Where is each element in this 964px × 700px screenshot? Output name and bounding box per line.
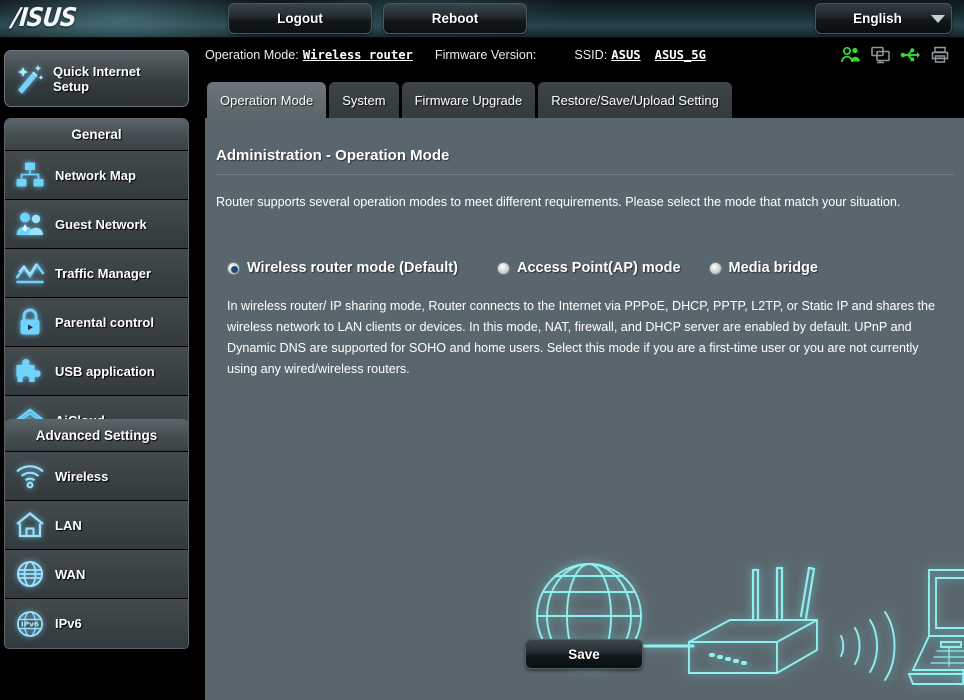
sidebar-group-advanced-title: Advanced Settings — [5, 420, 188, 452]
radio-dot-icon — [227, 261, 240, 275]
router-icon — [688, 566, 818, 674]
guest-network-icon — [5, 210, 55, 238]
quick-internet-setup-button[interactable]: Quick Internet Setup — [4, 50, 189, 107]
operation-mode-info: Operation Mode: Wireless router — [205, 48, 413, 62]
radio-media-bridge-mode-label: Media bridge — [728, 260, 818, 276]
status-icon-bar — [840, 42, 958, 68]
wifi-icon — [5, 463, 55, 489]
sidebar-item-traffic-manager[interactable]: Traffic Manager — [5, 249, 188, 298]
operation-mode-value[interactable]: Wireless router — [303, 48, 413, 62]
magic-wand-icon — [5, 62, 53, 96]
sidebar-group-advanced-settings: Advanced Settings Wireless LAN WAN IPv6 … — [4, 419, 189, 649]
sidebar-item-ipv6-label: IPv6 — [55, 616, 82, 631]
lock-icon — [5, 307, 55, 337]
language-select-value: English — [853, 11, 902, 26]
network-map-icon — [5, 161, 55, 189]
sidebar-item-parental-control-label: Parental control — [55, 314, 154, 330]
operation-mode-label: Operation Mode: — [205, 48, 299, 62]
firmware-info: Firmware Version: — [435, 48, 540, 62]
devices-icon[interactable] — [871, 46, 891, 64]
ssid-label: SSID: — [574, 48, 608, 62]
sidebar-item-ipv6[interactable]: IPv6 IPv6 — [5, 599, 188, 648]
traffic-manager-icon — [5, 259, 55, 287]
radio-access-point-mode-label: Access Point(AP) mode — [516, 260, 681, 276]
radio-access-point-mode[interactable]: Access Point(AP) mode — [496, 260, 681, 276]
sidebar-item-traffic-manager-label: Traffic Manager — [55, 265, 152, 281]
sidebar-item-network-map[interactable]: Network Map — [5, 151, 188, 200]
logout-button[interactable]: Logout — [228, 3, 372, 34]
house-icon — [5, 511, 55, 539]
sidebar-item-wan[interactable]: WAN — [5, 550, 188, 599]
tab-system[interactable]: System — [329, 82, 399, 118]
title-divider — [216, 174, 954, 175]
page-description: Router supports several operation modes … — [216, 195, 901, 209]
tab-bar: Operation Mode System Firmware Upgrade R… — [207, 82, 732, 118]
sidebar-group-general: General Network Map Guest Network Traffi… — [4, 118, 189, 446]
usb-icon[interactable] — [900, 46, 922, 64]
tab-firmware-upgrade[interactable]: Firmware Upgrade — [401, 82, 536, 118]
mode-description: In wireless router/ IP sharing mode, Rou… — [227, 299, 935, 376]
save-button[interactable]: Save — [525, 639, 643, 669]
page-title: Administration - Operation Mode — [216, 147, 450, 164]
tab-restore-save-upload-setting[interactable]: Restore/Save/Upload Setting — [538, 82, 732, 118]
wifi-waves-icon — [840, 611, 896, 681]
globe-icon — [5, 560, 55, 588]
firmware-version-label: Firmware Version: — [434, 48, 537, 62]
sidebar-item-guest-network[interactable]: Guest Network — [5, 200, 188, 249]
laptop-icon — [907, 569, 964, 685]
chevron-down-icon — [925, 14, 951, 23]
puzzle-icon — [5, 357, 55, 385]
radio-wireless-router-mode[interactable]: Wireless router mode (Default) — [227, 260, 458, 276]
ssid-24g-value[interactable]: ASUS — [611, 48, 640, 62]
radio-dot-icon — [496, 261, 510, 275]
sidebar-item-guest-network-label: Guest Network — [55, 216, 147, 232]
reboot-button[interactable]: Reboot — [383, 3, 527, 34]
operation-mode-radio-group: Wireless router mode (Default) Access Po… — [227, 260, 947, 276]
sidebar-item-wan-label: WAN — [55, 566, 86, 582]
router-admin-page: /ISUS Logout Reboot English Operation Mo… — [0, 0, 964, 700]
asus-logo: /ISUS — [10, 3, 78, 33]
radio-wireless-router-mode-label: Wireless router mode (Default) — [247, 260, 458, 276]
quick-internet-setup-label: Quick Internet Setup — [53, 63, 141, 94]
sidebar-item-lan[interactable]: LAN — [5, 501, 188, 550]
clients-icon[interactable] — [840, 46, 862, 64]
ssid-info: SSID: ASUS ASUS_5G — [574, 48, 706, 62]
sidebar-item-lan-label: LAN — [55, 517, 82, 533]
language-select[interactable]: English — [815, 3, 952, 34]
sidebar-item-parental-control[interactable]: Parental control — [5, 298, 188, 347]
radio-media-bridge-mode[interactable]: Media bridge — [708, 260, 818, 276]
content-panel: Administration - Operation Mode Router s… — [205, 118, 964, 700]
printer-icon[interactable] — [931, 46, 949, 64]
ssid-5g-value[interactable]: ASUS_5G — [655, 48, 706, 62]
sidebar-item-usb-application[interactable]: USB application — [5, 347, 188, 396]
ipv6-globe-icon: IPv6 — [5, 610, 55, 638]
sidebar-item-wireless-label: Wireless — [55, 468, 109, 484]
sidebar-item-wireless[interactable]: Wireless — [5, 452, 188, 501]
tab-operation-mode[interactable]: Operation Mode — [207, 82, 327, 118]
top-banner: /ISUS Logout Reboot English — [0, 0, 964, 38]
sidebar-item-network-map-label: Network Map — [55, 167, 136, 183]
sidebar-group-general-title: General — [5, 119, 188, 151]
svg-text:IPv6: IPv6 — [21, 619, 39, 628]
sidebar: Quick Internet Setup General Network Map — [0, 38, 205, 700]
radio-dot-icon — [708, 261, 722, 275]
sidebar-item-usb-application-label: USB application — [55, 363, 155, 379]
